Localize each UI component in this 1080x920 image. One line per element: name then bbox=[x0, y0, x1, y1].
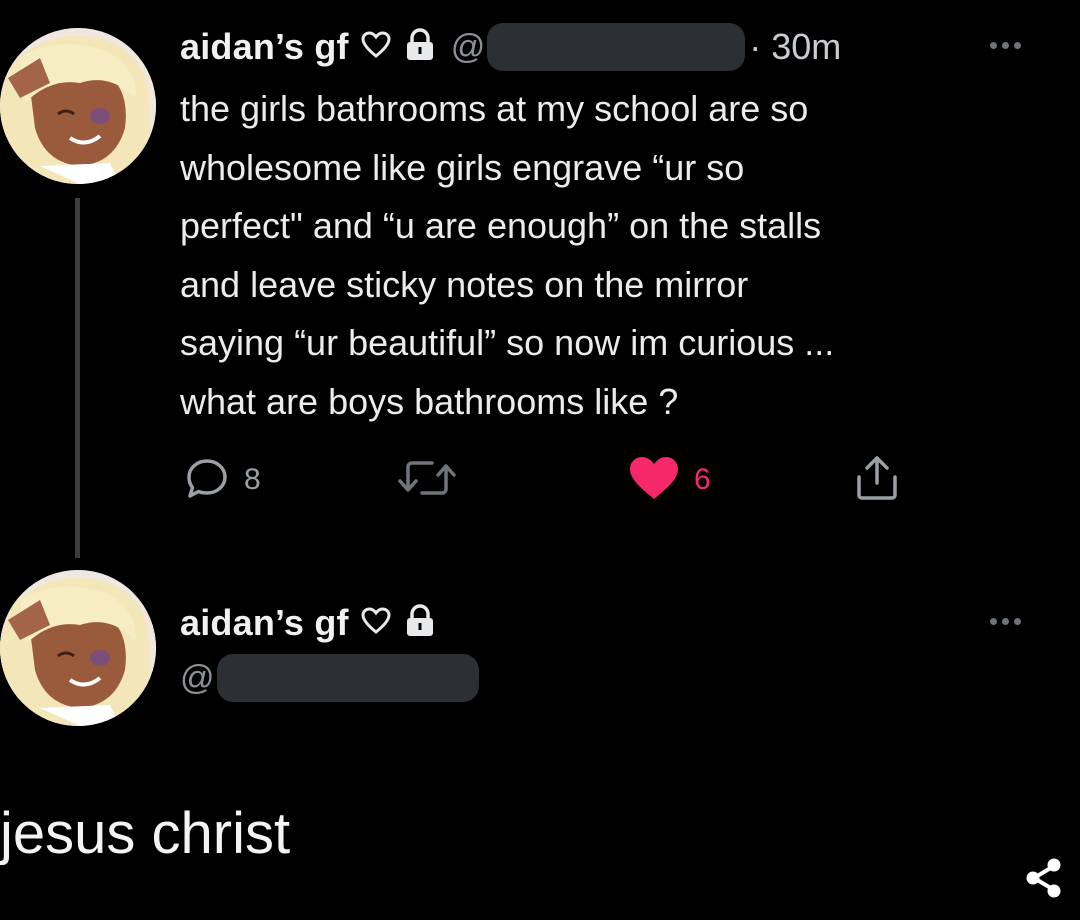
like-count: 6 bbox=[694, 463, 711, 496]
reply-header: aidan’s gf bbox=[180, 598, 437, 648]
tweet-text-line: wholesome like girls engrave “ur so bbox=[180, 146, 745, 188]
share-button[interactable] bbox=[852, 452, 902, 508]
thread-connector-line bbox=[75, 198, 80, 558]
reply-button[interactable]: 8 bbox=[184, 452, 261, 508]
like-button[interactable]: 6 bbox=[628, 452, 711, 508]
share-nodes-icon[interactable] bbox=[1022, 856, 1066, 900]
like-icon bbox=[628, 455, 680, 506]
avatar[interactable] bbox=[0, 570, 156, 726]
lock-icon bbox=[403, 603, 437, 643]
lock-icon bbox=[403, 27, 437, 67]
timestamp[interactable]: · 30m bbox=[749, 26, 841, 68]
tweet-text-line: perfect" and “u are enough” on the stall… bbox=[180, 205, 822, 246]
reply-icon bbox=[184, 455, 230, 506]
redacted-handle bbox=[487, 23, 746, 71]
tweet-text-line: saying “ur beautiful” so now im curious … bbox=[180, 322, 835, 363]
tweet-text-line: and leave sticky notes on the mirror bbox=[180, 263, 749, 305]
tweet-actions: 8 6 bbox=[180, 452, 940, 508]
reply-count: 8 bbox=[244, 463, 261, 496]
more-icon[interactable] bbox=[990, 42, 1021, 49]
avatar[interactable] bbox=[0, 28, 156, 184]
more-icon[interactable] bbox=[990, 618, 1021, 625]
tweet-text-line: what are boys bathrooms like ? bbox=[180, 380, 679, 422]
tweet-header: aidan’s gf @ · 30m bbox=[180, 22, 841, 72]
heart-outline-icon bbox=[361, 606, 391, 640]
tweet-text-line: the girls bathrooms at my school are so bbox=[180, 88, 809, 129]
handle[interactable]: @ bbox=[451, 28, 486, 67]
retweet-icon bbox=[396, 455, 458, 506]
tweet-text: the girls bathrooms at my school are so … bbox=[180, 80, 1060, 431]
redacted-handle bbox=[216, 654, 479, 702]
handle[interactable]: @ bbox=[180, 659, 215, 698]
retweet-button[interactable] bbox=[396, 452, 458, 508]
reply-handle-row: @ bbox=[180, 652, 479, 704]
display-name[interactable]: aidan’s gf bbox=[180, 602, 349, 644]
heart-outline-icon bbox=[361, 30, 391, 64]
display-name[interactable]: aidan’s gf bbox=[180, 26, 349, 68]
caption-text: jesus christ bbox=[0, 801, 291, 866]
share-icon bbox=[852, 453, 902, 508]
